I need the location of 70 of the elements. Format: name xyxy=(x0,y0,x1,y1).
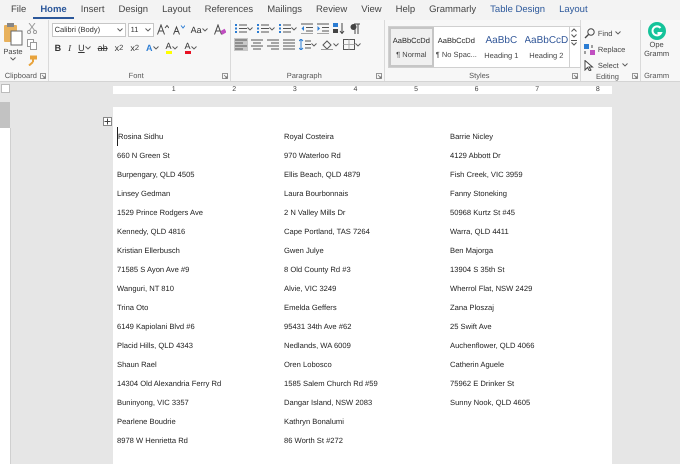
format-button[interactable]: A xyxy=(143,40,162,55)
scroll-down-icon[interactable] xyxy=(570,34,577,38)
format-button[interactable]: ab xyxy=(94,40,111,55)
replace-icon xyxy=(584,44,595,54)
highlight-button[interactable]: A xyxy=(162,40,181,55)
cut-icon[interactable] xyxy=(27,23,37,34)
ruler-margin xyxy=(0,102,10,128)
caret-icon[interactable] xyxy=(290,26,297,30)
increase-indent-icon[interactable] xyxy=(316,23,329,34)
ribbon-tab[interactable]: Help xyxy=(388,1,422,19)
align-justify-icon[interactable] xyxy=(282,39,295,50)
table-move-handle-icon[interactable] xyxy=(103,117,112,126)
caret-icon[interactable] xyxy=(144,28,151,32)
caret-icon[interactable] xyxy=(172,46,178,50)
copy-icon[interactable] xyxy=(27,39,37,50)
ribbon-tab[interactable]: Insert xyxy=(74,1,112,19)
ribbon-tab[interactable]: Review xyxy=(309,1,354,19)
caret-icon[interactable] xyxy=(332,42,339,46)
dialog-launcher-icon[interactable] xyxy=(222,73,228,79)
cursor-icon xyxy=(584,60,595,70)
ribbon-tab[interactable]: Table Design xyxy=(483,1,552,19)
format-button[interactable]: I xyxy=(65,40,74,55)
caret-icon[interactable] xyxy=(622,63,628,67)
caret-icon[interactable] xyxy=(354,42,361,46)
caret-icon[interactable] xyxy=(615,31,622,35)
pilcrow-icon[interactable] xyxy=(348,23,361,34)
style-sample: AaBbCcD xyxy=(524,34,568,46)
ribbon-tab[interactable]: View xyxy=(354,1,389,19)
caret-icon[interactable] xyxy=(116,28,123,32)
align-center-icon[interactable] xyxy=(250,39,263,50)
ribbon-tab[interactable]: Layout xyxy=(155,1,198,19)
grow-font-icon[interactable] xyxy=(156,24,169,35)
caret-icon[interactable] xyxy=(84,46,91,50)
ribbon-tab[interactable]: References xyxy=(198,1,260,19)
caret-icon xyxy=(10,57,16,61)
bullets-icon[interactable] xyxy=(234,23,247,34)
ribbon-tab[interactable]: Layout xyxy=(552,1,595,19)
ribbon-tab[interactable]: Grammarly xyxy=(422,1,484,19)
numbering-icon[interactable] xyxy=(256,23,269,34)
caret-icon[interactable] xyxy=(246,26,253,30)
format-button[interactable]: U xyxy=(75,40,94,55)
caret-icon[interactable] xyxy=(190,46,197,50)
change-case-button[interactable]: Aa xyxy=(188,22,211,37)
borders-icon[interactable] xyxy=(342,39,355,50)
shrink-font-icon[interactable] xyxy=(172,24,185,35)
caret-icon[interactable] xyxy=(310,42,317,46)
multilevel-list-icon[interactable] xyxy=(278,23,291,34)
align-right-icon[interactable] xyxy=(266,39,279,50)
shading-icon[interactable] xyxy=(320,39,333,50)
dialog-launcher-icon[interactable] xyxy=(632,73,638,79)
dialog-launcher-icon[interactable] xyxy=(40,73,46,79)
search-icon xyxy=(584,28,595,38)
caret-icon[interactable] xyxy=(268,26,275,30)
dialog-launcher-icon[interactable] xyxy=(572,73,578,79)
more-styles-icon[interactable] xyxy=(570,40,577,46)
format-button[interactable]: B xyxy=(52,40,64,55)
font-color-button[interactable]: A xyxy=(182,40,200,55)
caret-icon[interactable] xyxy=(202,28,208,32)
style-sample: AaBbC xyxy=(485,34,518,46)
sort-icon[interactable] xyxy=(332,23,345,34)
ribbon-tab[interactable]: Design xyxy=(111,1,156,19)
ribbon-tab[interactable]: Mailings xyxy=(260,1,310,19)
decrease-indent-icon[interactable] xyxy=(300,23,313,34)
dialog-launcher-icon[interactable] xyxy=(376,73,382,79)
clear-formatting-icon[interactable] xyxy=(214,24,226,35)
align-left-icon[interactable] xyxy=(234,39,247,50)
caret-icon[interactable] xyxy=(152,46,158,50)
line-spacing-icon[interactable] xyxy=(298,39,311,50)
ribbon-tab[interactable]: File xyxy=(4,1,34,19)
scroll-up-icon[interactable] xyxy=(570,28,577,32)
